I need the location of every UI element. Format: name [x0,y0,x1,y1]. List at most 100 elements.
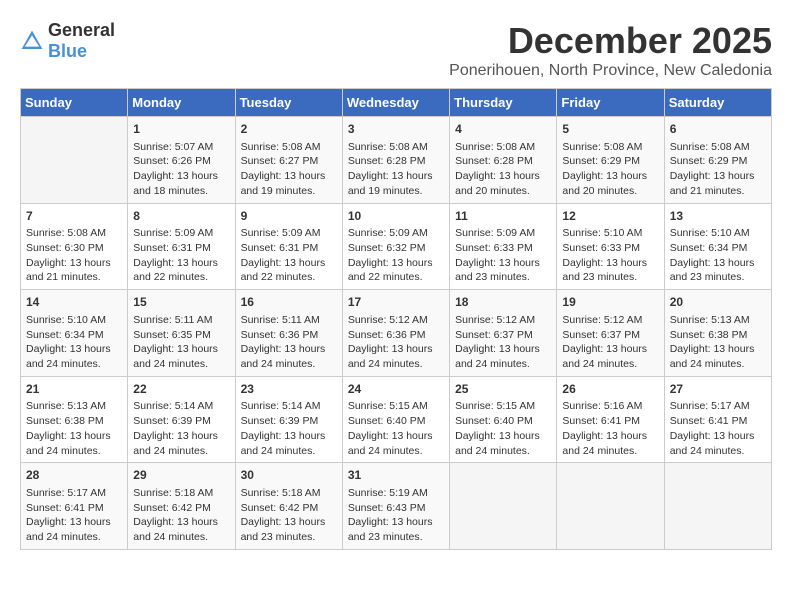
day-info-line: and 23 minutes. [670,270,766,285]
day-number: 2 [241,121,337,138]
day-info-line: Daylight: 13 hours [241,342,337,357]
day-cell: 7Sunrise: 5:08 AMSunset: 6:30 PMDaylight… [21,203,128,290]
day-cell: 20 Sunrise: 5:13 AMSunset: 6:38 PMDayligh… [664,290,771,377]
day-number: 16 [241,294,337,311]
day-info-line: Sunset: 6:26 PM [133,154,229,169]
day-cell: 28Sunrise: 5:17 AMSunset: 6:41 PMDayligh… [21,463,128,550]
week-row-4: 21Sunrise: 5:13 AMSunset: 6:38 PMDayligh… [21,376,772,463]
day-info-line: Daylight: 13 hours [455,342,551,357]
day-info-line: and 24 minutes. [670,357,766,372]
day-number: 20 [670,294,766,311]
day-info-line: Sunset: 6:27 PM [241,154,337,169]
day-cell: 10Sunrise: 5:09 AMSunset: 6:32 PMDayligh… [342,203,449,290]
logo-text: General Blue [48,20,115,62]
day-info-line: Daylight: 13 hours [241,515,337,530]
day-cell: 2Sunrise: 5:08 AMSunset: 6:27 PMDaylight… [235,117,342,204]
day-info-line: Daylight: 13 hours [26,515,122,530]
day-info-line: Daylight: 13 hours [670,169,766,184]
day-info-line: Sunrise: 5:09 AM [133,226,229,241]
title-area: December 2025 Ponerihouen, North Provinc… [449,20,772,80]
day-info-line: Sunrise: 5:15 AM [348,399,444,414]
day-info-line: and 24 minutes. [455,357,551,372]
day-info-line: Sunrise: 5:11 AM [133,313,229,328]
day-info-line: and 24 minutes. [562,357,658,372]
day-info-line: Daylight: 13 hours [455,169,551,184]
day-cell [664,463,771,550]
day-info-line: Sunset: 6:38 PM [670,328,766,343]
logo-blue: Blue [48,41,87,61]
day-info-line: Sunrise: 5:13 AM [670,313,766,328]
day-info-line: and 23 minutes. [562,270,658,285]
day-info-line: and 20 minutes. [562,184,658,199]
day-info-line: Daylight: 13 hours [133,256,229,271]
day-info-line: Daylight: 13 hours [348,342,444,357]
day-info-line: Sunrise: 5:09 AM [241,226,337,241]
col-header-friday: Friday [557,89,664,117]
day-info-line: and 21 minutes. [670,184,766,199]
day-number: 4 [455,121,551,138]
day-info-line: and 20 minutes. [455,184,551,199]
day-info-line: Sunrise: 5:14 AM [133,399,229,414]
day-number: 22 [133,381,229,398]
day-info-line: Sunset: 6:29 PM [670,154,766,169]
day-info-line: Daylight: 13 hours [348,256,444,271]
day-cell: 16Sunrise: 5:11 AMSunset: 6:36 PMDayligh… [235,290,342,377]
day-info-line: and 22 minutes. [348,270,444,285]
day-info-line: Sunset: 6:43 PM [348,501,444,516]
week-row-3: 14Sunrise: 5:10 AMSunset: 6:34 PMDayligh… [21,290,772,377]
day-info-line: Sunset: 6:41 PM [670,414,766,429]
day-info-line: Daylight: 13 hours [26,429,122,444]
day-info-line: Daylight: 13 hours [670,342,766,357]
logo-general: General [48,20,115,40]
day-number: 9 [241,208,337,225]
day-number: 18 [455,294,551,311]
day-cell: 25Sunrise: 5:15 AMSunset: 6:40 PMDayligh… [450,376,557,463]
day-info-line: Sunset: 6:30 PM [26,241,122,256]
day-info-line: Sunrise: 5:08 AM [348,140,444,155]
day-info-line: Sunrise: 5:10 AM [562,226,658,241]
day-info-line: Sunrise: 5:08 AM [455,140,551,155]
day-info-line: Sunset: 6:31 PM [241,241,337,256]
day-number: 12 [562,208,658,225]
day-info-line: and 19 minutes. [348,184,444,199]
day-info-line: Daylight: 13 hours [241,256,337,271]
day-number: 24 [348,381,444,398]
day-info-line: Sunset: 6:40 PM [348,414,444,429]
col-header-thursday: Thursday [450,89,557,117]
day-info-line: Sunrise: 5:09 AM [348,226,444,241]
day-info-line: Sunrise: 5:12 AM [348,313,444,328]
col-header-monday: Monday [128,89,235,117]
day-cell: 5Sunrise: 5:08 AMSunset: 6:29 PMDaylight… [557,117,664,204]
day-number: 5 [562,121,658,138]
day-info-line: Daylight: 13 hours [670,256,766,271]
day-cell: 1Sunrise: 5:07 AMSunset: 6:26 PMDaylight… [128,117,235,204]
day-info-line: and 24 minutes. [562,444,658,459]
day-cell: 21Sunrise: 5:13 AMSunset: 6:38 PMDayligh… [21,376,128,463]
day-info-line: Sunset: 6:35 PM [133,328,229,343]
day-info-line: and 24 minutes. [348,444,444,459]
day-info-line: Daylight: 13 hours [133,169,229,184]
day-number: 17 [348,294,444,311]
day-info-line: Sunset: 6:34 PM [670,241,766,256]
day-number: 31 [348,467,444,484]
day-info-line: Sunset: 6:41 PM [26,501,122,516]
day-info-line: and 24 minutes. [241,444,337,459]
day-info-line: and 23 minutes. [348,530,444,545]
day-info-line: Sunset: 6:37 PM [455,328,551,343]
day-info-line: Sunrise: 5:11 AM [241,313,337,328]
day-cell: 11Sunrise: 5:09 AMSunset: 6:33 PMDayligh… [450,203,557,290]
day-info-line: and 23 minutes. [455,270,551,285]
day-info-line: and 24 minutes. [26,357,122,372]
day-info-line: Daylight: 13 hours [348,515,444,530]
day-cell: 14Sunrise: 5:10 AMSunset: 6:34 PMDayligh… [21,290,128,377]
day-info-line: Sunset: 6:28 PM [455,154,551,169]
day-info-line: Sunrise: 5:08 AM [26,226,122,241]
day-info-line: Sunrise: 5:17 AM [670,399,766,414]
day-number: 23 [241,381,337,398]
day-info-line: and 24 minutes. [26,444,122,459]
day-info-line: Daylight: 13 hours [26,342,122,357]
col-header-sunday: Sunday [21,89,128,117]
col-header-saturday: Saturday [664,89,771,117]
day-cell: 4 Sunrise: 5:08 AMSunset: 6:28 PMDaylight… [450,117,557,204]
day-info-line: and 24 minutes. [133,530,229,545]
